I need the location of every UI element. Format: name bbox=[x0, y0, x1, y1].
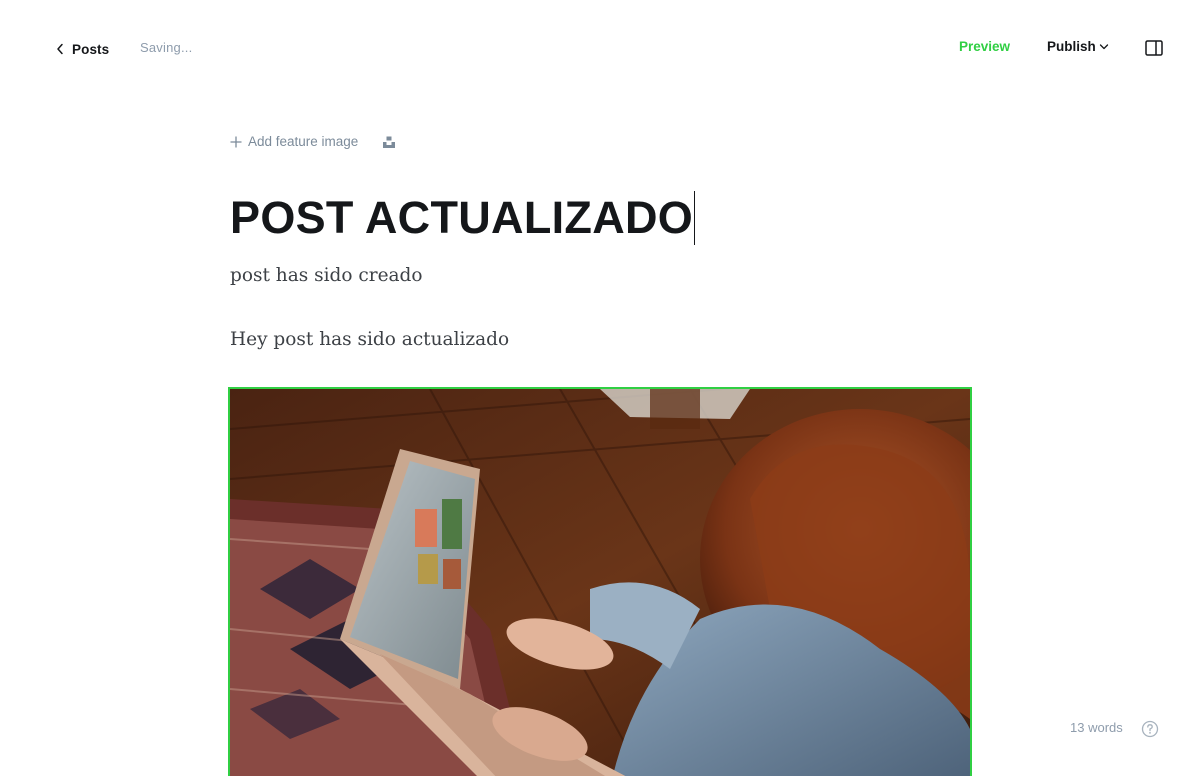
post-title-text: POST ACTUALIZADO bbox=[230, 192, 694, 243]
publish-button-label: Publish bbox=[1047, 39, 1096, 54]
post-excerpt[interactable]: post has sido creado bbox=[230, 265, 423, 286]
preview-button[interactable]: Preview bbox=[959, 39, 1010, 54]
back-to-posts-link[interactable]: Posts bbox=[56, 39, 109, 59]
add-feature-image-label: Add feature image bbox=[248, 134, 359, 149]
word-count: 13 words bbox=[1070, 720, 1123, 735]
post-title[interactable]: POST ACTUALIZADO bbox=[230, 190, 696, 246]
unsplash-icon[interactable] bbox=[382, 135, 396, 149]
sidebar-toggle-icon[interactable] bbox=[1145, 40, 1163, 56]
save-status: Saving... bbox=[140, 40, 193, 55]
editor-header: Posts Saving... Preview Publish bbox=[0, 0, 1200, 96]
post-paragraph[interactable]: Hey post has sido actualizado bbox=[230, 329, 509, 350]
plus-icon bbox=[230, 135, 242, 148]
post-image bbox=[230, 389, 970, 776]
chevron-down-icon bbox=[1099, 43, 1108, 49]
help-icon[interactable] bbox=[1141, 720, 1159, 738]
back-link-label: Posts bbox=[72, 41, 110, 57]
chevron-left-icon bbox=[57, 43, 63, 55]
text-cursor bbox=[694, 191, 696, 245]
add-feature-image-button[interactable]: Add feature image bbox=[230, 134, 358, 149]
feature-image-row: Add feature image bbox=[230, 134, 396, 149]
publish-button[interactable]: Publish bbox=[1047, 39, 1109, 54]
image-card[interactable] bbox=[228, 387, 972, 776]
